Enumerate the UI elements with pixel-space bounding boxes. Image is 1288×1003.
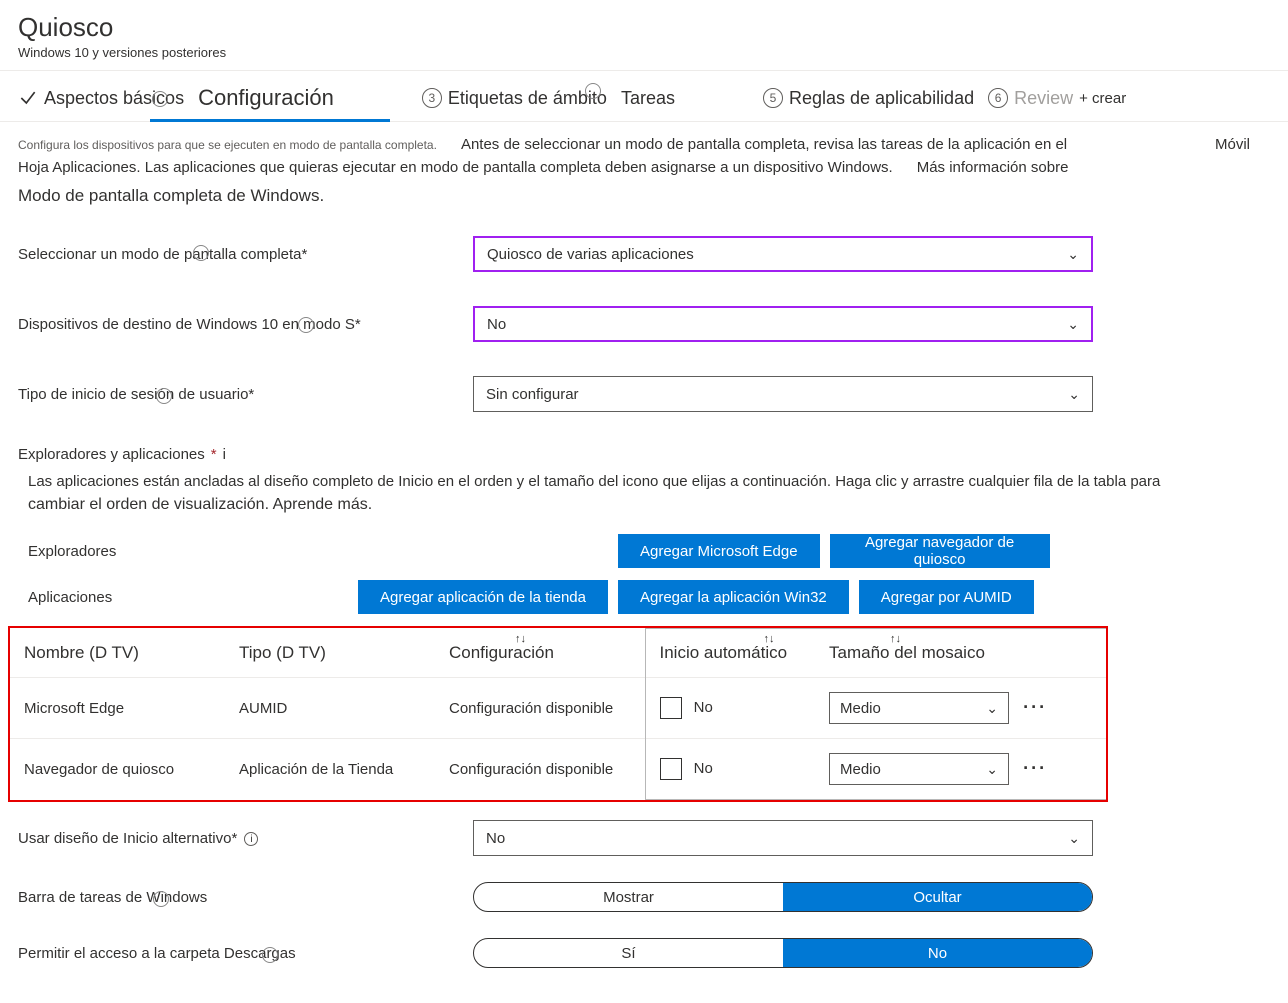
table-row[interactable]: Microsoft Edge AUMID Configuración dispo… bbox=[10, 678, 1106, 739]
apps-table-highlight: Nombre (D TV) Tipo (D TV) Configuración↑… bbox=[8, 626, 1108, 802]
taskbar-hide-option[interactable]: Ocultar bbox=[783, 883, 1092, 911]
step-assignments[interactable]: Tareas bbox=[621, 88, 675, 109]
col-config[interactable]: Configuración↑↓ bbox=[435, 629, 645, 678]
sort-icon: ↑↓ bbox=[890, 633, 901, 645]
apps-section-header: Exploradores y aplicaciones * i bbox=[18, 446, 1270, 463]
step-assignments-label: Tareas bbox=[621, 88, 675, 109]
cell-config[interactable]: Configuración disponible bbox=[435, 678, 645, 739]
step-num-6: 6 bbox=[988, 88, 1008, 108]
step-scope-tags[interactable]: 3 Etiquetas de ámbito bbox=[422, 88, 607, 109]
chevron-down-icon: ⌄ bbox=[1067, 246, 1079, 263]
kiosk-mode-dropdown[interactable]: Quiosco de varias aplicaciones ⌄ bbox=[473, 236, 1093, 272]
step-num-5: 5 bbox=[763, 88, 783, 108]
tilesize-dropdown[interactable]: Medio ⌄ bbox=[829, 753, 1009, 785]
chevron-down-icon: ⌄ bbox=[1068, 386, 1080, 403]
col-name[interactable]: Nombre (D TV) bbox=[10, 629, 225, 678]
step-applicability-label: Reglas de aplicabilidad bbox=[789, 88, 974, 109]
step-configuration[interactable]: Configuración bbox=[198, 85, 334, 111]
tilesize-value: Medio bbox=[840, 700, 881, 717]
active-step-indicator bbox=[150, 119, 390, 122]
add-win32-app-button[interactable]: Agregar la aplicación Win32 bbox=[618, 580, 849, 614]
step-applicability[interactable]: 5 Reglas de aplicabilidad bbox=[763, 88, 974, 109]
learn-more-link[interactable]: Más información sobre bbox=[917, 159, 1069, 176]
cell-config[interactable]: Configuración disponible bbox=[435, 739, 645, 800]
chevron-down-icon: ⌄ bbox=[1068, 830, 1080, 847]
add-aumid-button[interactable]: Agregar por AUMID bbox=[859, 580, 1034, 614]
chevron-down-icon: ⌄ bbox=[986, 700, 998, 717]
add-store-app-button[interactable]: Agregar aplicación de la tienda bbox=[358, 580, 608, 614]
tilesize-dropdown[interactable]: Medio ⌄ bbox=[829, 692, 1009, 724]
col-autolaunch[interactable]: Inicio automático↑↓ bbox=[645, 629, 815, 678]
intro-text-1a: Configura los dispositivos para que se e… bbox=[18, 138, 437, 152]
autolaunch-value: No bbox=[694, 699, 713, 716]
alt-start-dropdown[interactable]: No ⌄ bbox=[473, 820, 1093, 856]
tilesize-value: Medio bbox=[840, 761, 881, 778]
autolaunch-checkbox[interactable] bbox=[660, 758, 682, 780]
smode-label-text: Dispositivos de destino de Windows 10 en… bbox=[18, 316, 361, 333]
logon-type-dropdown[interactable]: Sin configurar ⌄ bbox=[473, 376, 1093, 412]
downloads-no-option[interactable]: No bbox=[783, 939, 1092, 967]
downloads-yes-option[interactable]: Sí bbox=[474, 939, 783, 967]
smode-dropdown[interactable]: No ⌄ bbox=[473, 306, 1093, 342]
step-create-label: + crear bbox=[1079, 90, 1126, 107]
row-more-icon[interactable]: ··· bbox=[1023, 697, 1047, 718]
info-icon[interactable]: i bbox=[223, 446, 226, 463]
step-scope-tags-label: Etiquetas de ámbito bbox=[448, 88, 607, 109]
cell-name: Microsoft Edge bbox=[10, 678, 225, 739]
sort-icon: ↑↓ bbox=[764, 633, 775, 645]
autolaunch-checkbox[interactable] bbox=[660, 697, 682, 719]
info-icon[interactable]: i bbox=[244, 832, 258, 846]
chevron-down-icon: ⌄ bbox=[1067, 316, 1079, 333]
taskbar-toggle[interactable]: Mostrar Ocultar bbox=[473, 882, 1093, 912]
check-icon bbox=[18, 88, 38, 108]
page-subtitle: Windows 10 y versiones posteriores bbox=[18, 45, 1270, 60]
table-row[interactable]: Navegador de quiosco Aplicación de la Ti… bbox=[10, 739, 1106, 800]
step-basics[interactable]: Aspectos básicos bbox=[18, 88, 184, 109]
downloads-toggle[interactable]: Sí No bbox=[473, 938, 1093, 968]
step-review[interactable]: 6 Review + crear bbox=[988, 88, 1126, 109]
autolaunch-value: No bbox=[694, 760, 713, 777]
wizard-stepper: Aspectos básicos Configuración 3 Etiquet… bbox=[0, 71, 1288, 122]
alt-start-value: No bbox=[486, 830, 505, 847]
intro-text-3: Modo de pantalla completa de Windows. bbox=[18, 186, 1270, 206]
intro-text-2a: Hoja Aplicaciones. Las aplicaciones que … bbox=[18, 159, 893, 176]
apps-label: Aplicaciones bbox=[28, 589, 358, 606]
sort-icon: ↑↓ bbox=[515, 633, 526, 645]
apps-table: Nombre (D TV) Tipo (D TV) Configuración↑… bbox=[10, 628, 1106, 800]
page-title: Quiosco bbox=[18, 12, 1270, 43]
col-tilesize[interactable]: Tamaño del mosaico↑↓ bbox=[815, 629, 1106, 678]
kiosk-mode-value: Quiosco de varias aplicaciones bbox=[487, 246, 694, 263]
kiosk-mode-label: Seleccionar un modo de pantalla completa… bbox=[18, 246, 473, 263]
chevron-down-icon: ⌄ bbox=[986, 761, 998, 778]
cell-name: Navegador de quiosco bbox=[10, 739, 225, 800]
smode-value: No bbox=[487, 316, 506, 333]
apps-section-desc2: cambiar el orden de visualización. Apren… bbox=[18, 496, 1270, 514]
alt-start-label: Usar diseño de Inicio alternativo* i bbox=[18, 830, 473, 847]
taskbar-label: Barra de tareas de Windows bbox=[18, 889, 473, 906]
downloads-label: Permitir el acceso a la carpeta Descarga… bbox=[18, 945, 473, 962]
apps-section-title: Exploradores y aplicaciones bbox=[18, 446, 205, 463]
browsers-label: Exploradores bbox=[28, 543, 358, 560]
taskbar-show-option[interactable]: Mostrar bbox=[474, 883, 783, 911]
row-more-icon[interactable]: ··· bbox=[1023, 758, 1047, 779]
step-configuration-label: Configuración bbox=[198, 85, 334, 111]
add-kiosk-browser-button[interactable]: Agregar navegador de quiosco bbox=[830, 534, 1050, 568]
logon-type-label: Tipo de inicio de sesión de usuario* bbox=[18, 386, 473, 403]
intro-text-1b: Antes de seleccionar un modo de pantalla… bbox=[461, 136, 1067, 153]
apps-section-desc1: Las aplicaciones están ancladas al diseñ… bbox=[18, 473, 1270, 490]
cell-type: AUMID bbox=[225, 678, 435, 739]
step-review-label: Review bbox=[1014, 88, 1073, 109]
add-edge-button[interactable]: Agregar Microsoft Edge bbox=[618, 534, 820, 568]
logon-type-value: Sin configurar bbox=[486, 386, 579, 403]
smode-label: Dispositivos de destino de Windows 10 en… bbox=[18, 316, 473, 333]
step-num-3: 3 bbox=[422, 88, 442, 108]
downloads-label-text: Permitir el acceso a la carpeta Descarga… bbox=[18, 945, 296, 962]
intro-text-mobile: Móvil bbox=[1215, 136, 1250, 153]
cell-type: Aplicación de la Tienda bbox=[225, 739, 435, 800]
step-basics-label: Aspectos básicos bbox=[44, 88, 184, 109]
alt-start-label-text: Usar diseño de Inicio alternativo* bbox=[18, 830, 237, 847]
required-indicator: * bbox=[211, 446, 217, 463]
col-type[interactable]: Tipo (D TV) bbox=[225, 629, 435, 678]
